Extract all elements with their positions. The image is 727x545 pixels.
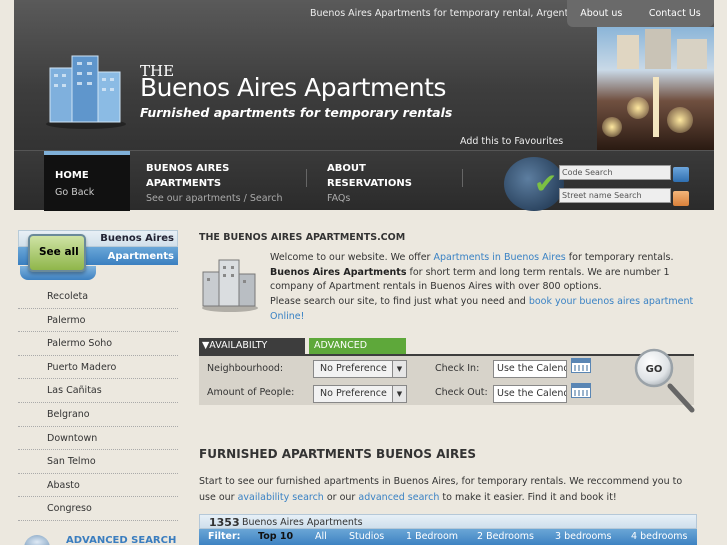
add-favourites-link[interactable]: Add this to Favourites (460, 136, 563, 147)
contact-us-link[interactable]: Contact Us (649, 8, 701, 19)
neighbourhood-link[interactable]: San Telmo (18, 450, 178, 474)
neighbourhood-list: Recoleta Palermo Palermo Soho Puerto Mad… (18, 285, 178, 521)
nav-apartments-line1: BUENOS AIRES (146, 163, 230, 174)
neighbourhood-link[interactable]: Las Cañitas (18, 379, 178, 403)
nav-apartments-line2: APARTMENTS (146, 178, 222, 189)
checkout-label: Check Out: (435, 387, 488, 398)
furnished-text: Start to see our furnished apartments in… (199, 474, 699, 505)
seeall-label-apartments: Apartments (107, 251, 174, 262)
results-header: 1353 Buenos Aires Apartments (199, 514, 697, 529)
street-search-go-icon[interactable] (673, 191, 689, 206)
results-label: Buenos Aires Apartments (242, 517, 363, 528)
code-search-input[interactable]: Code Search (559, 165, 671, 180)
dropdown-arrow-icon: ▼ (392, 361, 406, 377)
filter-3-bedrooms[interactable]: 3 bedrooms (555, 531, 612, 542)
checkin-label: Check In: (435, 363, 480, 374)
filter-bar: Filter: Top 10 All Studios 1 Bedroom 2 B… (199, 529, 697, 545)
go-search-button[interactable]: GO (634, 348, 696, 414)
checkout-input[interactable]: Use the Calendar (493, 385, 567, 403)
nav-about-line1: ABOUT (327, 163, 366, 174)
seeall-label-buenos-aires: Buenos Aires (100, 233, 174, 244)
people-select[interactable]: No Preference ▼ (313, 385, 407, 403)
page-title: THE BUENOS AIRES APARTMENTS.COM (199, 232, 406, 243)
intro-text: Welcome to our website. We offer Apartme… (270, 251, 700, 325)
results-count: 1353 (209, 516, 240, 529)
intro-bold: Buenos Aires Apartments (270, 266, 407, 278)
people-label: Amount of People: (207, 387, 295, 398)
logo-title[interactable]: Buenos Aires Apartments (140, 73, 446, 102)
furnished-text-2: or our (323, 491, 359, 503)
neighbourhood-link[interactable]: Puerto Madero (18, 356, 178, 380)
furnished-text-3: to make it easier. Find it and book it! (439, 491, 617, 503)
top-links: About us Contact Us (567, 0, 714, 27)
magnifier-icon (24, 535, 50, 545)
filter-all[interactable]: All (315, 531, 327, 542)
availability-search-link[interactable]: availability search (238, 492, 324, 503)
intro-text-1: Welcome to our website. We offer (270, 252, 434, 263)
filter-studios[interactable]: Studios (349, 531, 384, 542)
filter-4-bedrooms[interactable]: 4 bedrooms (631, 531, 688, 542)
neighbourhood-link[interactable]: Abasto (18, 474, 178, 498)
nav-home-label: HOME (55, 170, 89, 181)
logo-subtitle: Furnished apartments for temporary renta… (140, 105, 453, 120)
header-city-photo (597, 27, 714, 150)
tab-availability-search[interactable]: ▼AVAILABILTY SEARCH (199, 338, 305, 367)
checkmark-icon: ✔ (534, 167, 558, 200)
sidebar: Buenos Aires Apartments See all Recoleta… (18, 230, 178, 545)
see-all-label: See all (39, 246, 79, 258)
availability-search-form: Neighbourhood: No Preference ▼ Amount of… (199, 354, 694, 405)
intro-text-4: Please search our site, to find just wha… (270, 296, 529, 308)
seeall-panel: Buenos Aires Apartments See all (18, 230, 178, 280)
neighbourhood-link[interactable]: Belgrano (18, 403, 178, 427)
dropdown-arrow-icon: ▼ (392, 386, 406, 402)
header-tagline: Buenos Aires Apartments for temporary re… (310, 8, 583, 19)
intro-text-2: for temporary rentals. (565, 252, 674, 263)
filter-2-bedrooms[interactable]: 2 Bedrooms (477, 531, 534, 542)
apartments-in-ba-link[interactable]: Apartments in Buenos Aires (433, 252, 565, 263)
nav-apartments[interactable]: BUENOS AIRES APARTMENTS See our apartmen… (146, 161, 282, 204)
filter-top10[interactable]: Top 10 (258, 531, 293, 542)
nav-divider (462, 169, 463, 187)
site-header: Buenos Aires Apartments for temporary re… (14, 0, 714, 150)
street-search-input[interactable]: Street name Search (559, 188, 671, 203)
main-nav: HOME Go Back BUENOS AIRES APARTMENTS See… (14, 150, 714, 211)
sidebar-advanced-search-label: ADVANCED SEARCH (66, 535, 177, 545)
filter-1-bedroom[interactable]: 1 Bedroom (406, 531, 458, 542)
sidebar-advanced-search[interactable]: ADVANCED SEARCH (24, 532, 178, 545)
nav-about[interactable]: ABOUT RESERVATIONS FAQs (327, 161, 412, 204)
neighbourhood-select[interactable]: No Preference ▼ (313, 360, 407, 378)
people-select-value: No Preference (320, 388, 387, 399)
neighbourhood-link[interactable]: Palermo Soho (18, 332, 178, 356)
nav-divider (306, 169, 307, 187)
neighbourhood-link[interactable]: Downtown (18, 427, 178, 451)
buildings-icon (202, 259, 258, 312)
neighbourhood-link[interactable]: Congreso (18, 497, 178, 521)
nav-faqs-link[interactable]: FAQs (327, 193, 412, 204)
calendar-icon[interactable] (571, 358, 591, 373)
neighbourhood-label: Neighbourhood: (207, 363, 284, 374)
filter-label: Filter: (208, 531, 241, 542)
nav-home-sub[interactable]: Go Back (55, 187, 94, 198)
nav-home[interactable]: HOME Go Back (44, 151, 130, 211)
furnished-title: FURNISHED APARTMENTS BUENOS AIRES (199, 447, 477, 461)
go-label: GO (646, 364, 663, 375)
logo-buildings-icon (46, 55, 126, 129)
code-search-go-icon[interactable] (673, 167, 689, 182)
calendar-icon[interactable] (571, 383, 591, 398)
nav-apartments-sub[interactable]: See our apartments / Search (146, 193, 282, 204)
checkin-input[interactable]: Use the Calendar (493, 360, 567, 378)
nav-about-line2: RESERVATIONS (327, 178, 412, 189)
neighbourhood-link[interactable]: Palermo (18, 309, 178, 333)
results-bar: 1353 Buenos Aires Apartments Filter: Top… (199, 514, 697, 545)
advanced-search-link[interactable]: advanced search (358, 492, 439, 503)
neighbourhood-link[interactable]: Recoleta (18, 285, 178, 309)
neighbourhood-select-value: No Preference (320, 363, 387, 374)
see-all-button[interactable]: See all (28, 234, 86, 272)
about-us-link[interactable]: About us (580, 8, 622, 19)
tab-advanced-search[interactable]: ADVANCED SEARCH (309, 338, 406, 367)
